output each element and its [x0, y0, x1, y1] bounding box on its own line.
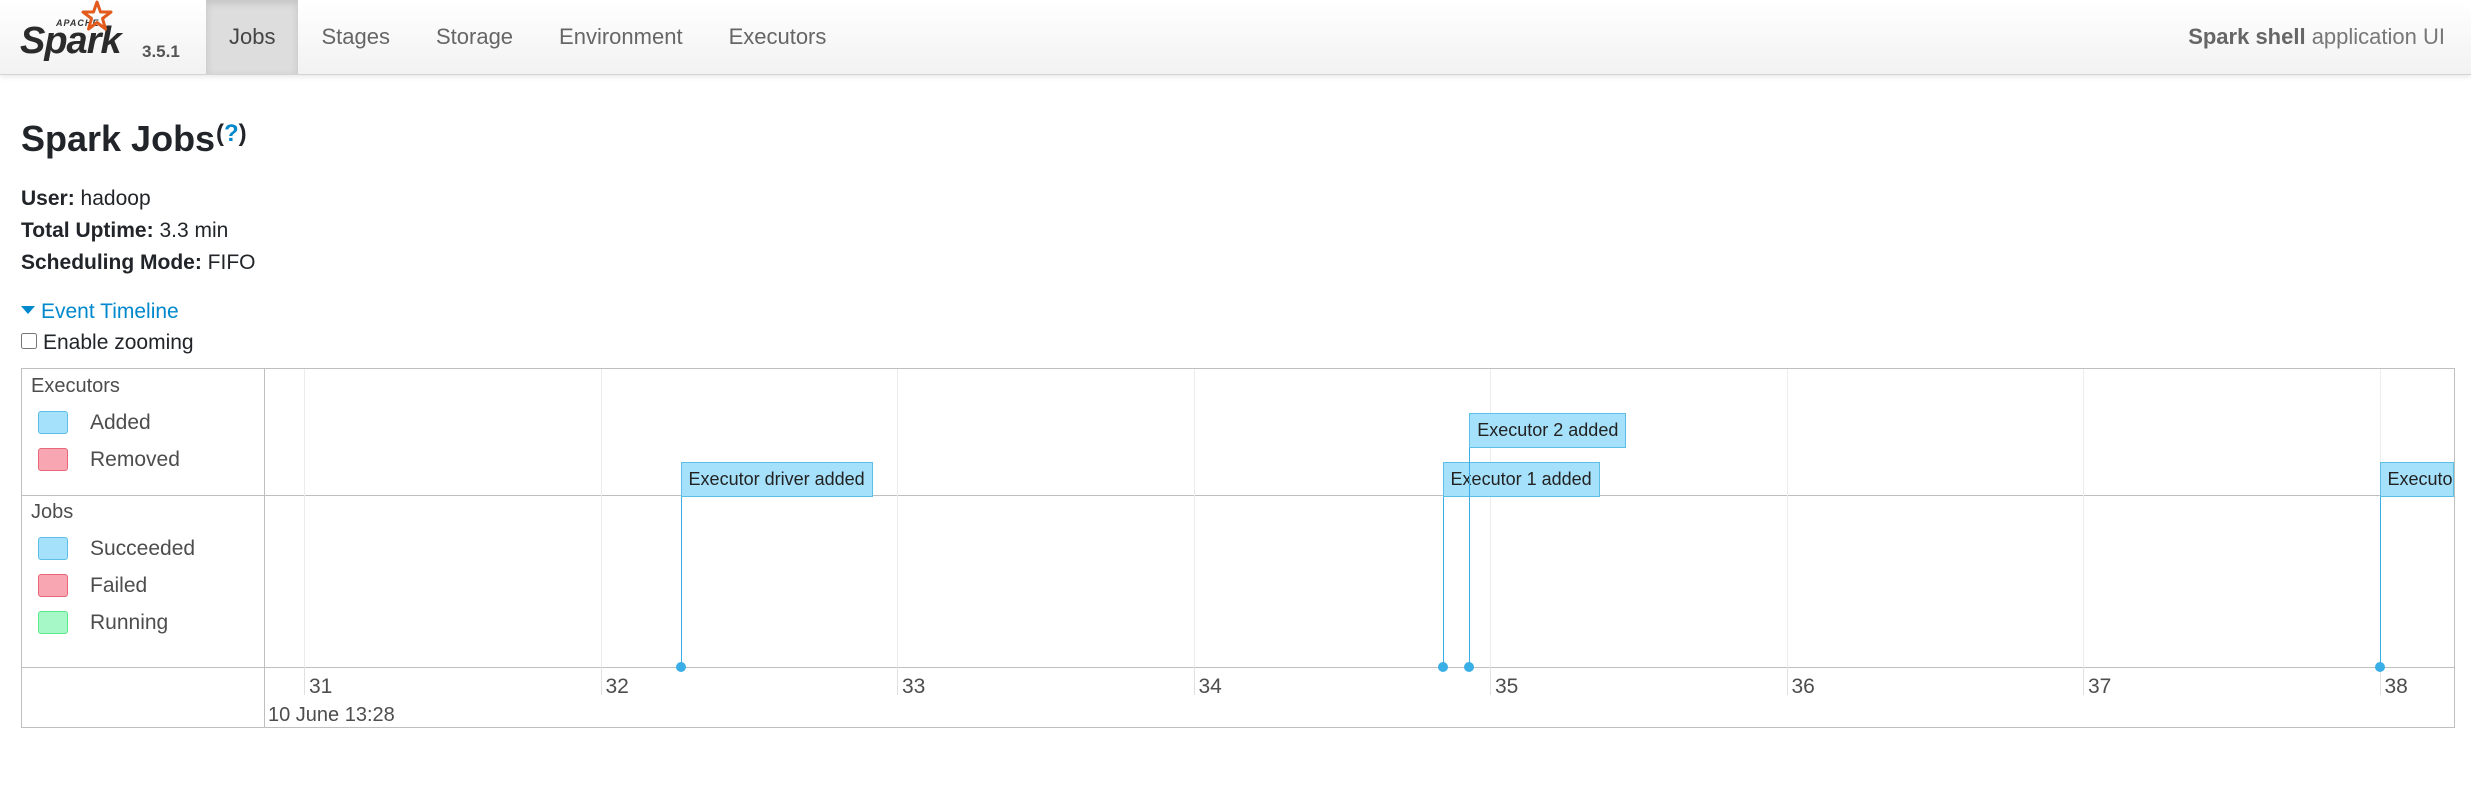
- event-point[interactable]: [1437, 662, 1448, 672]
- jobs-legend-title: Jobs: [31, 501, 74, 523]
- event-timeline[interactable]: Executors Added Removed Jobs Succeeded Fai…: [21, 368, 2455, 728]
- legend-label: Removed: [90, 448, 180, 471]
- enable-zooming-label: Enable zooming: [43, 331, 194, 354]
- enable-zooming-checkbox[interactable]: [21, 333, 37, 350]
- spark-logo[interactable]: APACHE Spark 3.5.1: [18, 0, 188, 70]
- timeline-gridline: [897, 369, 898, 667]
- timeline-divider-axis: [22, 667, 2454, 668]
- executors-legend: Executors: [31, 375, 120, 398]
- timeline-gridline: [600, 369, 602, 667]
- page-title: Spark Jobs: [21, 118, 216, 159]
- user-value: hadoop: [80, 187, 151, 210]
- caret-down-icon: [21, 306, 35, 315]
- uptime-label: Total Uptime:: [21, 219, 154, 242]
- tab-jobs[interactable]: Jobs: [206, 0, 299, 74]
- legend-swatch: [38, 448, 68, 471]
- axis-tick-mark: [2083, 667, 2084, 695]
- axis-date-label: 10 June 13:28: [268, 704, 395, 726]
- summary-scheduling: Scheduling Mode: FIFO: [21, 247, 256, 279]
- axis-tick-mark: [304, 667, 305, 695]
- event-label[interactable]: Executor 1 added: [1442, 462, 1600, 497]
- event-point[interactable]: [1464, 662, 1475, 672]
- legend-label: Succeeded: [90, 537, 196, 560]
- axis-tick-label: 35: [1495, 675, 1519, 698]
- axis-tick-label: 37: [2088, 675, 2112, 698]
- event-point[interactable]: [675, 662, 686, 672]
- timeline-gridline: [1786, 369, 1788, 667]
- axis-tick-label: 31: [309, 675, 333, 698]
- summary-user: User: hadoop: [21, 183, 256, 215]
- app-title-suffix: application UI: [2305, 24, 2445, 49]
- event-label[interactable]: Executor: [2379, 462, 2454, 497]
- timeline-label-divider: [264, 369, 265, 727]
- nav-tabs: Jobs Stages Storage Environment Executors: [206, 0, 849, 74]
- event-line: [1469, 413, 1471, 667]
- event-point[interactable]: [2374, 662, 2385, 672]
- legend-label: Running: [90, 611, 169, 634]
- axis-tick-label: 34: [1198, 675, 1222, 698]
- axis-tick-label: 32: [605, 675, 629, 698]
- top-navbar: APACHE Spark 3.5.1 Jobs Stages Storage Envi…: [0, 0, 2471, 75]
- event-label[interactable]: Executor 2 added: [1469, 413, 1627, 448]
- summary-list: User: hadoop Total Uptime: 3.3 min Sched…: [21, 183, 256, 279]
- axis-tick-mark: [1786, 667, 1788, 695]
- legend-swatch: [38, 411, 68, 434]
- help-question-icon[interactable]: ?: [224, 120, 239, 147]
- tab-stages[interactable]: Stages: [298, 0, 413, 74]
- legend-swatch: [38, 611, 68, 634]
- spark-star-icon: [81, 0, 113, 31]
- axis-tick-label: 33: [902, 675, 926, 698]
- axis-tick-mark: [1193, 667, 1195, 695]
- tab-storage[interactable]: Storage: [413, 0, 536, 74]
- jobs-legend: Jobs: [31, 501, 73, 524]
- event-timeline-label: Event Timeline: [41, 300, 179, 323]
- timeline-gridline: [2083, 369, 2084, 667]
- timeline-gridline: [304, 369, 305, 667]
- legend-swatch: [38, 574, 68, 597]
- app-title: Spark shell application UI: [2188, 0, 2445, 74]
- event-timeline-toggle[interactable]: Event Timeline: [21, 300, 179, 324]
- uptime-value: 3.3 min: [159, 219, 229, 242]
- timeline-gridline: [1193, 369, 1195, 667]
- scheduling-label: Scheduling Mode:: [21, 251, 202, 274]
- axis-tick-mark: [600, 667, 602, 695]
- executors-legend-title: Executors: [31, 375, 120, 397]
- tab-executors[interactable]: Executors: [706, 0, 850, 74]
- event-label[interactable]: Executor driver added: [680, 462, 873, 497]
- scheduling-value: FIFO: [207, 251, 256, 274]
- legend-swatch: [38, 537, 68, 560]
- axis-tick-label: 38: [2384, 675, 2408, 698]
- axis-tick-mark: [1490, 667, 1491, 695]
- help-link[interactable]: (?): [216, 120, 247, 148]
- legend-label: Added: [90, 411, 151, 434]
- tab-environment[interactable]: Environment: [536, 0, 706, 74]
- timeline-divider-executors: [22, 495, 2454, 496]
- app-name: Spark shell: [2188, 24, 2306, 49]
- enable-zooming-row: Enable zooming: [21, 331, 194, 355]
- axis-tick-label: 36: [1791, 675, 1815, 698]
- legend-label: Failed: [90, 574, 148, 597]
- spark-version: 3.5.1: [142, 42, 180, 61]
- user-label: User:: [21, 187, 75, 210]
- summary-uptime: Total Uptime: 3.3 min: [21, 215, 256, 247]
- axis-tick-mark: [897, 667, 898, 695]
